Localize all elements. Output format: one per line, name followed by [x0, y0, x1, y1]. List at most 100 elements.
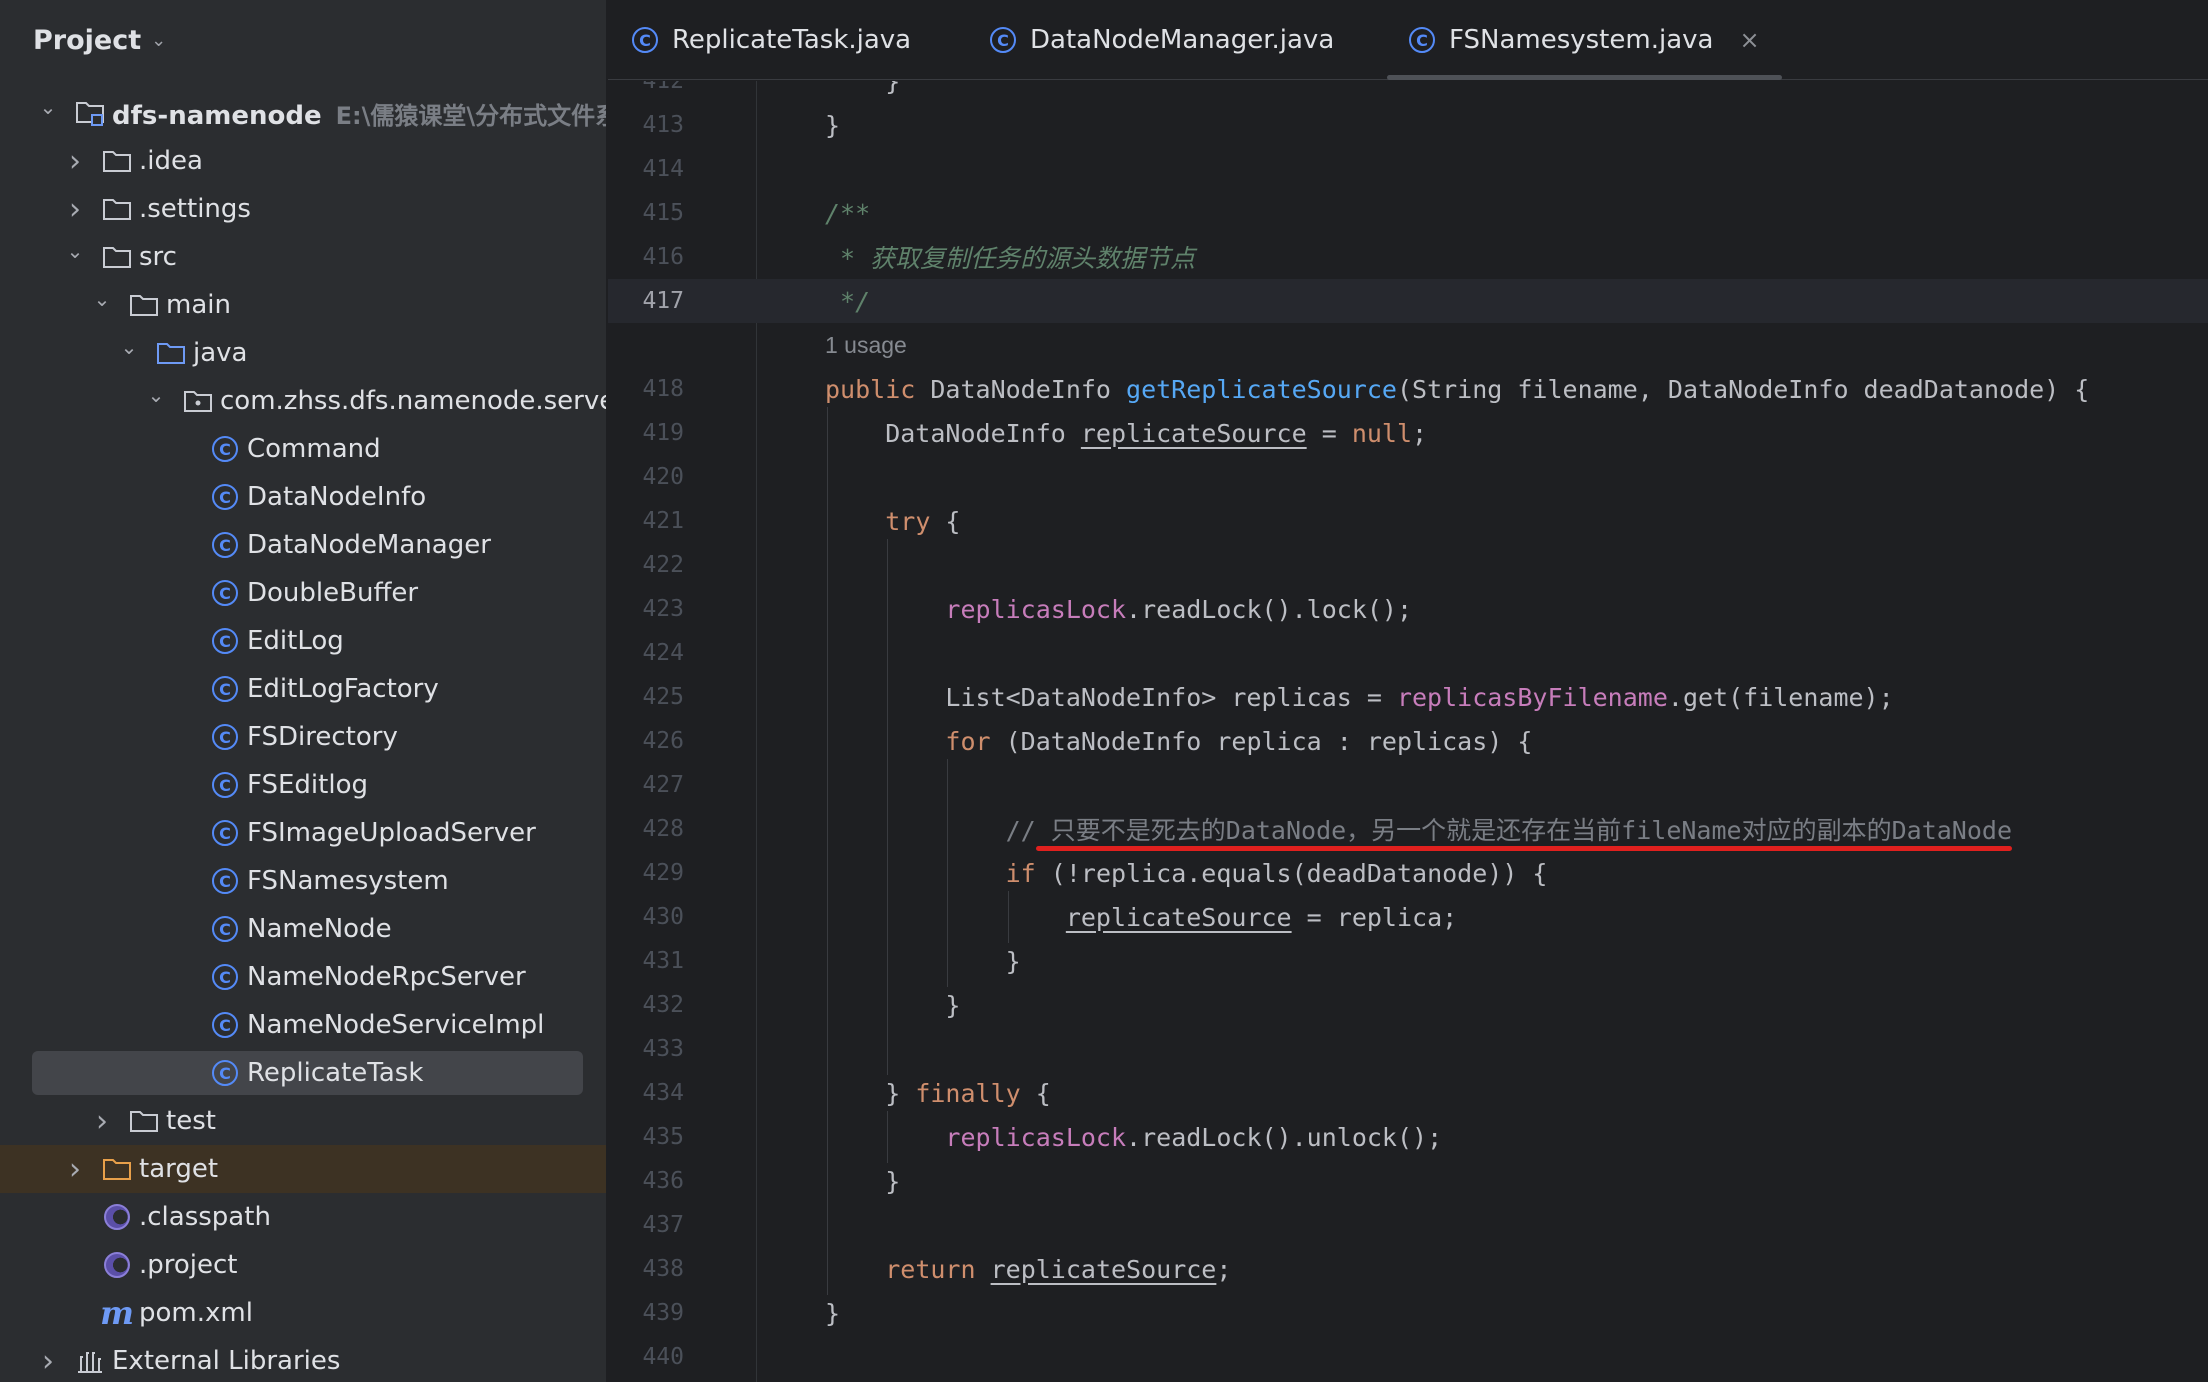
tree-item-fsimageuploadserver[interactable]: C FSImageUploadServer	[0, 809, 606, 857]
code-line[interactable]: 431 }	[608, 939, 2208, 983]
chevron-right-icon[interactable]: ›	[63, 1152, 87, 1187]
code-token: .readLock().lock();	[1126, 594, 1413, 624]
tree-item-external-libraries[interactable]: › External Libraries	[0, 1337, 606, 1382]
tree-item-main[interactable]: ⌄ main	[0, 281, 606, 329]
tree-item-label: EditLogFactory	[247, 674, 439, 704]
tree-item-command[interactable]: C Command	[0, 425, 606, 473]
code-line[interactable]: 429 if (!replica.equals(deadDatanode)) {	[608, 851, 2208, 895]
chevron-right-icon[interactable]: ›	[63, 144, 87, 179]
indent-guide	[827, 407, 828, 1295]
tab-fsnamesystem-java[interactable]: C FSNamesystem.java ×	[1387, 0, 1782, 80]
tab-replicatetask-java[interactable]: C ReplicateTask.java	[632, 0, 911, 80]
tree-item-datanodeinfo[interactable]: C DataNodeInfo	[0, 473, 606, 521]
project-title: Project	[33, 24, 142, 56]
chevron-right-icon[interactable]: ›	[90, 1104, 114, 1139]
chevron-right-icon[interactable]: ›	[36, 1344, 60, 1379]
class-icon: C	[210, 434, 240, 464]
code-line[interactable]: 433	[608, 1027, 2208, 1071]
chevron-down-icon[interactable]: ⌄	[117, 335, 141, 359]
tree-item-idea[interactable]: › .idea	[0, 137, 606, 185]
chevron-down-icon[interactable]: ⌄	[36, 95, 60, 119]
code-line[interactable]: 414	[608, 147, 2208, 191]
code-line[interactable]: 439}	[608, 1291, 2208, 1335]
tree-item-label: .idea	[139, 146, 203, 176]
tree-item-settings[interactable]: › .settings	[0, 185, 606, 233]
code-line[interactable]: 426 for (DataNodeInfo replica : replicas…	[608, 719, 2208, 763]
code-line[interactable]: 417 */	[608, 279, 2208, 323]
usages-inlay-hint[interactable]: 1 usage	[825, 332, 907, 359]
code-editor[interactable]: 412 } 413} 414 415/** 416 * 获取复制任务的源头数据节点 417…	[608, 81, 2208, 1382]
tree-item-fsdirectory[interactable]: C FSDirectory	[0, 713, 606, 761]
code-line[interactable]: 421 try {	[608, 499, 2208, 543]
tree-item-datanodemanager[interactable]: C DataNodeManager	[0, 521, 606, 569]
class-icon: C	[210, 770, 240, 800]
tree-item-editlogfactory[interactable]: C EditLogFactory	[0, 665, 606, 713]
code-line[interactable]: 413}	[608, 103, 2208, 147]
code-token: }	[825, 81, 901, 96]
code-line[interactable]: 434 } finally {	[608, 1071, 2208, 1115]
tree-item-dfs-namenode[interactable]: ⌄ dfs-namenode E:\儒猿课堂\分布式文件系	[0, 89, 606, 137]
code-line[interactable]: 419 DataNodeInfo replicateSource = null;	[608, 411, 2208, 455]
chevron-down-icon[interactable]: ⌄	[90, 287, 114, 311]
tab-datanodemanager-java[interactable]: C DataNodeManager.java	[990, 0, 1334, 80]
code-token: }	[825, 990, 961, 1020]
code-line[interactable]: 435 replicasLock.readLock().unlock();	[608, 1115, 2208, 1159]
code-token: null	[1351, 418, 1413, 448]
code-line[interactable]: 432 }	[608, 983, 2208, 1027]
tree-item-namenode[interactable]: C NameNode	[0, 905, 606, 953]
code-line[interactable]: 440	[608, 1335, 2208, 1379]
tree-item-test[interactable]: › test	[0, 1097, 606, 1145]
tree-item-classpath[interactable]: .classpath	[0, 1193, 606, 1241]
code-line[interactable]: 412 }	[608, 81, 2208, 103]
code-line[interactable]: 418 public DataNodeInfo getReplicateSourc…	[608, 367, 2208, 411]
tree-item-target[interactable]: › target	[0, 1145, 606, 1193]
tree-item-label: FSImageUploadServer	[247, 818, 536, 848]
tree-item-namenodeserviceimpl[interactable]: C NameNodeServiceImpl	[0, 1001, 606, 1049]
close-tab-icon[interactable]: ×	[1739, 26, 1759, 54]
chevron-down-icon[interactable]: ⌄	[144, 383, 168, 407]
maven-icon: m	[100, 1294, 134, 1332]
code-line[interactable]: 423 replicasLock.readLock().lock();	[608, 587, 2208, 631]
code-text: }	[825, 111, 840, 140]
tree-item-com-zhss-dfs-namenode-server[interactable]: ⌄ com.zhss.dfs.namenode.server	[0, 377, 606, 425]
tree-item-fseditlog[interactable]: C FSEditlog	[0, 761, 606, 809]
code-line[interactable]: 424	[608, 631, 2208, 675]
code-line[interactable]: 427	[608, 763, 2208, 807]
tree-item-replicatetask[interactable]: C ReplicateTask	[0, 1049, 606, 1097]
line-number: 430	[642, 904, 684, 930]
folder-icon	[102, 242, 132, 272]
folder-icon	[102, 194, 132, 224]
chevron-down-icon[interactable]: ⌄	[63, 239, 87, 263]
tree-item-doublebuffer[interactable]: C DoubleBuffer	[0, 569, 606, 617]
chevron-right-icon[interactable]: ›	[63, 192, 87, 227]
code-line[interactable]: 430 replicateSource = replica;	[608, 895, 2208, 939]
code-line[interactable]: 416 * 获取复制任务的源头数据节点	[608, 235, 2208, 279]
code-line[interactable]: 420	[608, 455, 2208, 499]
project-view-selector[interactable]: Project ⌄	[33, 20, 166, 60]
tree-item-src[interactable]: ⌄ src	[0, 233, 606, 281]
tree-item-fsnamesystem[interactable]: C FSNamesystem	[0, 857, 606, 905]
tree-item-editlog[interactable]: C EditLog	[0, 617, 606, 665]
usage-hint-row[interactable]: 1 usage	[608, 323, 2208, 367]
code-token: {	[930, 506, 961, 536]
code-line[interactable]: 425 List<DataNodeInfo> replicas = replic…	[608, 675, 2208, 719]
code-line[interactable]: 422	[608, 543, 2208, 587]
code-line[interactable]: 438 return replicateSource;	[608, 1247, 2208, 1291]
eclipse-icon	[102, 1250, 132, 1280]
tree-item-label: ReplicateTask	[247, 1058, 424, 1088]
code-line[interactable]: 428 // 只要不是死去的DataNode，另一个就是还存在当前fileNam…	[608, 807, 2208, 851]
tree-item-pom-xml[interactable]: m pom.xml	[0, 1289, 606, 1337]
tree-item-project[interactable]: .project	[0, 1241, 606, 1289]
line-number: 421	[642, 508, 684, 534]
code-token: */	[825, 286, 871, 316]
code-token: }	[825, 110, 841, 140]
code-line[interactable]: 437	[608, 1203, 2208, 1247]
code-line[interactable]: 415 /**	[608, 191, 2208, 235]
code-line[interactable]: 436 }	[608, 1159, 2208, 1203]
tree-item-java[interactable]: ⌄ java	[0, 329, 606, 377]
tree-item-label: .classpath	[139, 1202, 271, 1232]
tree-item-namenoderpcserver[interactable]: C NameNodeRpcServer	[0, 953, 606, 1001]
line-number: 424	[642, 640, 684, 666]
